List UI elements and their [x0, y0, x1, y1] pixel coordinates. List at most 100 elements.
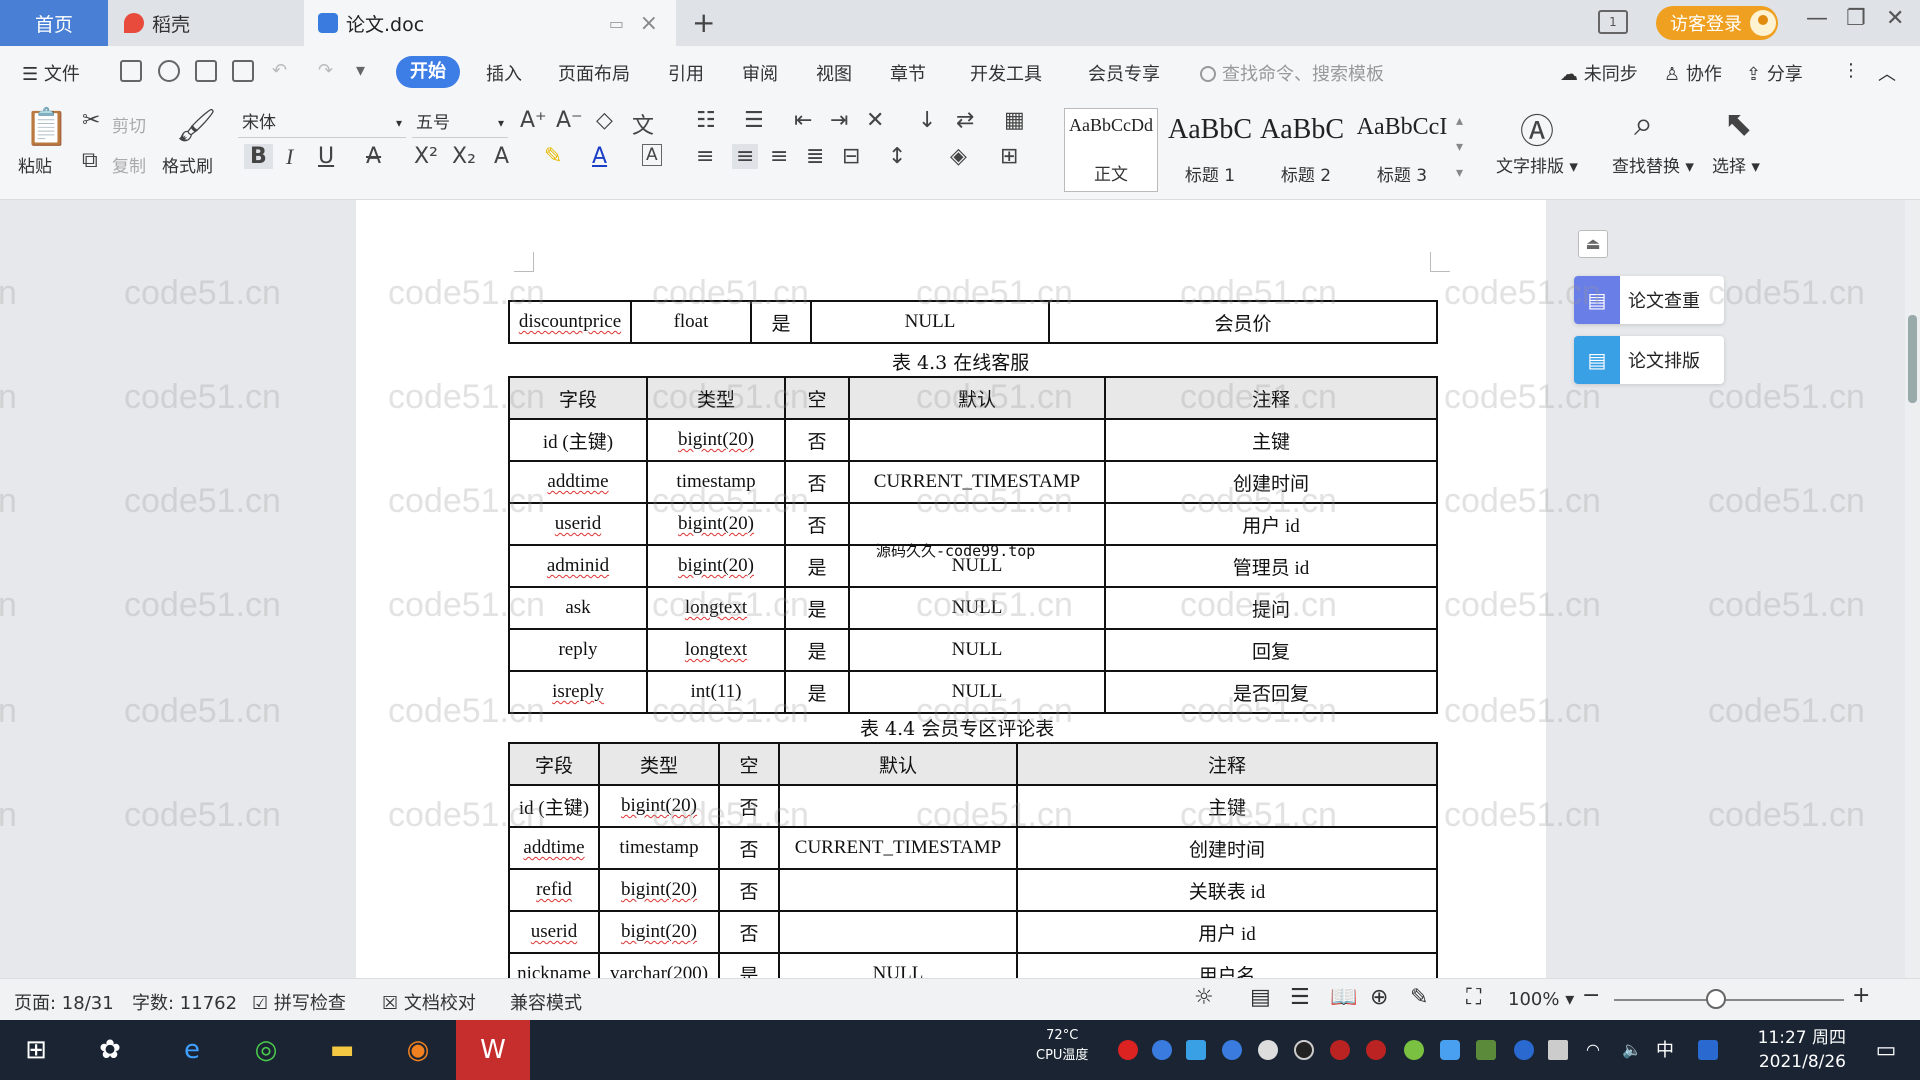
taskbar-clock[interactable]: 11:27 周四 2021/8/26	[1750, 1026, 1846, 1074]
ie-browser-icon[interactable]: e	[170, 1028, 214, 1072]
tray-app-icon[interactable]	[1440, 1040, 1460, 1060]
outline-view-icon[interactable]: ☰	[1290, 985, 1310, 1010]
close-window-icon[interactable]: ✕	[1886, 6, 1904, 31]
save-icon[interactable]	[120, 60, 142, 82]
command-search-input[interactable]: 查找命令、搜索模板	[1200, 60, 1384, 86]
windows-start-icon[interactable]: ⊞	[14, 1028, 58, 1072]
copy-button[interactable]: 复制	[112, 152, 146, 177]
line-spacing-icon[interactable]: ↕	[888, 144, 906, 169]
paper-layout-button[interactable]: ▤ 论文排版	[1574, 336, 1724, 384]
restore-icon[interactable]: ❐	[1846, 6, 1866, 31]
write-view-icon[interactable]: ✎	[1410, 985, 1428, 1010]
font-size-select[interactable]: 五号 ▾	[412, 108, 508, 138]
ime-indicator[interactable]: 中	[1656, 1036, 1674, 1062]
menu-review[interactable]: 审阅	[742, 60, 778, 86]
menu-chapter[interactable]: 章节	[890, 60, 926, 86]
font-name-select[interactable]: 宋体 ▾	[238, 108, 406, 138]
export-icon[interactable]	[158, 60, 180, 82]
document-canvas[interactable]: discountprice float 是 NULL 会员价 表 4.3 在线客…	[0, 200, 1905, 978]
ime-app-icon[interactable]	[1698, 1040, 1718, 1060]
vertical-scrollbar[interactable]	[1905, 200, 1920, 978]
text-effect-icon[interactable]: A	[494, 144, 509, 169]
tab-home[interactable]: 首页	[0, 0, 108, 46]
volume-icon[interactable]: 🔈	[1622, 1040, 1642, 1060]
tray-app-icon[interactable]	[1186, 1040, 1206, 1060]
collapse-ribbon-icon[interactable]: ︿	[1878, 60, 1896, 86]
bluetooth-icon[interactable]	[1514, 1040, 1534, 1060]
wifi-icon[interactable]: ◠	[1586, 1040, 1606, 1060]
menu-file[interactable]: ☰ 文件	[22, 60, 80, 86]
select-button[interactable]: 选择 ▾	[1712, 152, 1760, 177]
paper-check-button[interactable]: ▤ 论文查重	[1574, 276, 1724, 324]
style-heading-3[interactable]: AaBbCcI 标题 3	[1354, 108, 1450, 192]
spell-check-button[interactable]: ☑ 拼写检查	[252, 989, 346, 1015]
format-painter-button[interactable]: 格式刷	[162, 152, 213, 177]
shrink-font-icon[interactable]: A⁻	[556, 108, 583, 133]
char-border-icon[interactable]: A	[642, 144, 662, 166]
page-view-icon[interactable]: ▤	[1250, 985, 1271, 1010]
360-browser-icon[interactable]: ◎	[244, 1028, 288, 1072]
table-tools-icon[interactable]: ▦	[1004, 108, 1025, 133]
phonetic-icon[interactable]: 文	[632, 108, 654, 140]
menu-page-layout[interactable]: 页面布局	[558, 60, 630, 86]
zoom-out-icon[interactable]: −	[1582, 983, 1600, 1008]
strikethrough-icon[interactable]: A	[366, 144, 381, 169]
web-view-icon[interactable]: ⊕	[1370, 985, 1388, 1010]
style-heading-2[interactable]: AaBbC 标题 2	[1258, 108, 1354, 192]
superscript-icon[interactable]: X²	[414, 144, 438, 169]
new-tab-button[interactable]: +	[692, 6, 715, 39]
more-icon[interactable]: ⋮	[1842, 60, 1860, 81]
minimize-icon[interactable]: —	[1806, 6, 1828, 31]
style-heading-1[interactable]: AaBbC 标题 1	[1162, 108, 1258, 192]
menu-insert[interactable]: 插入	[486, 60, 522, 86]
eye-protection-icon[interactable]: ☼	[1194, 985, 1214, 1010]
battery-icon[interactable]	[1548, 1040, 1568, 1060]
menu-references[interactable]: 引用	[668, 60, 704, 86]
read-view-icon[interactable]: 📖	[1330, 985, 1357, 1010]
tab-daoke[interactable]: 稻壳	[110, 0, 302, 46]
float-window-icon[interactable]: ▭	[609, 14, 624, 33]
justify-icon[interactable]: ≣	[806, 144, 824, 169]
paste-button[interactable]: 粘贴	[18, 152, 52, 177]
page-indicator[interactable]: 页面: 18/31	[14, 989, 114, 1015]
numbered-list-icon[interactable]: ☰	[744, 108, 764, 133]
doc-proof-button[interactable]: ☒ 文档校对	[382, 989, 476, 1015]
pinwheel-app-icon[interactable]: ✿	[88, 1028, 132, 1072]
tray-app-icon[interactable]	[1330, 1040, 1350, 1060]
zoom-select[interactable]: 100% ▾	[1508, 989, 1574, 1010]
cpu-temp-widget[interactable]: 72°C CPU温度	[1036, 1026, 1088, 1066]
style-normal[interactable]: AaBbCcDd 正文	[1064, 108, 1158, 192]
bullet-list-icon[interactable]: ☷	[696, 108, 716, 133]
sync-status[interactable]: ☁ 未同步	[1560, 60, 1638, 86]
zoom-slider[interactable]	[1614, 999, 1844, 1001]
clear-format-icon[interactable]: ◇	[596, 108, 613, 133]
word-count[interactable]: 字数: 11762	[132, 989, 237, 1015]
shield-icon[interactable]	[1222, 1040, 1242, 1060]
file-explorer-icon[interactable]: ▬	[320, 1028, 364, 1072]
borders-icon[interactable]: ⊞	[1000, 144, 1018, 169]
tray-app-icon[interactable]	[1118, 1040, 1138, 1060]
tray-app-icon[interactable]	[1152, 1040, 1172, 1060]
cut-button[interactable]: 剪切	[112, 112, 146, 137]
game-app-icon[interactable]: ◉	[396, 1028, 440, 1072]
window-layout-button[interactable]: 1	[1598, 10, 1628, 34]
align-right-icon[interactable]: ≡	[770, 144, 788, 169]
redo-icon[interactable]: ↷	[318, 60, 333, 81]
increase-indent-icon[interactable]: ⇥	[830, 108, 848, 133]
qq-icon[interactable]	[1294, 1040, 1314, 1060]
menu-view[interactable]: 视图	[816, 60, 852, 86]
chinese-layout-icon[interactable]: ✕	[866, 108, 884, 133]
print-icon[interactable]	[195, 60, 217, 82]
scrollbar-thumb[interactable]	[1908, 315, 1917, 403]
highlight-icon[interactable]: ✎	[544, 144, 562, 169]
decrease-indent-icon[interactable]: ⇤	[794, 108, 812, 133]
distribute-icon[interactable]: ⊟	[842, 144, 860, 169]
quick-access-dropdown-icon[interactable]: ▾	[356, 60, 365, 81]
shading-icon[interactable]: ◈	[950, 144, 967, 169]
grow-font-icon[interactable]: A⁺	[520, 108, 547, 133]
close-tab-icon[interactable]: ×	[640, 11, 658, 36]
tray-app-icon[interactable]	[1404, 1040, 1424, 1060]
styles-scroll-icon[interactable]: ▴ ▾ ▾	[1456, 108, 1463, 186]
align-center-icon[interactable]: ≡	[732, 144, 759, 169]
fit-page-icon[interactable]: ⛶	[1466, 985, 1481, 1010]
